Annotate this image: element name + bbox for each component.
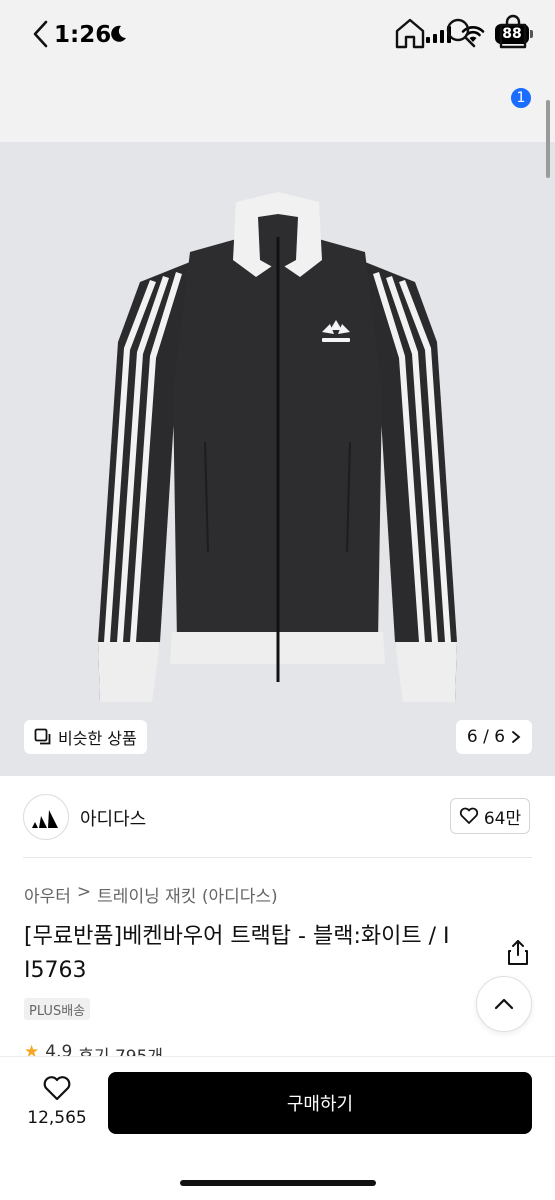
copy-icon: [34, 728, 51, 745]
moon-icon: [111, 25, 126, 42]
breadcrumb-separator: >: [76, 882, 92, 902]
similar-products-button[interactable]: 비슷한 상품: [24, 720, 147, 754]
breadcrumb-subcategory[interactable]: 트레이닝 재킷 (아디다스): [97, 882, 277, 907]
product-title: [무료반품]베켄바우어 트랙탑 - 블랙:화이트 / I I5763: [24, 924, 450, 983]
wishlist-count: 12,565: [27, 1108, 87, 1128]
brand-like-button[interactable]: 64만: [450, 798, 530, 834]
scroll-top-button[interactable]: [476, 976, 532, 1032]
rating-value: 4.9: [45, 1042, 73, 1056]
image-page-counter[interactable]: 6 / 6: [456, 720, 532, 754]
search-icon[interactable]: [445, 16, 477, 50]
track-jacket-image: [98, 192, 457, 702]
scroll-indicator[interactable]: [546, 100, 550, 178]
cart-icon[interactable]: [496, 14, 530, 50]
home-indicator: [180, 1180, 376, 1186]
buy-button[interactable]: 구매하기: [108, 1072, 532, 1134]
cart-count-badge: 1: [509, 86, 533, 110]
shipping-badge: PLUS배송: [24, 998, 91, 1020]
adidas-logo-icon: [32, 810, 58, 828]
nav-bar: [0, 72, 555, 142]
brand-name[interactable]: 아디다스: [80, 805, 146, 831]
breadcrumb: 아우터 > 트레이닝 재킷 (아디다스): [24, 882, 278, 907]
star-icon: ★: [24, 1042, 40, 1056]
wishlist-heart-icon[interactable]: [42, 1074, 72, 1102]
brand-row[interactable]: 아디다스 64만: [0, 776, 555, 858]
heart-icon: [459, 807, 478, 824]
share-icon[interactable]: [506, 938, 530, 966]
breadcrumb-category[interactable]: 아우터: [24, 882, 71, 907]
rating-row[interactable]: ★ 4.9 후기 795개: [24, 1042, 163, 1056]
divider: [23, 857, 532, 858]
similar-products-label: 비슷한 상품: [58, 729, 137, 748]
back-arrow-icon[interactable]: [28, 18, 56, 50]
chevron-right-icon: [512, 731, 521, 743]
status-time: 1:26: [54, 22, 112, 48]
home-icon[interactable]: [393, 16, 427, 50]
brand-like-count: 64만: [483, 808, 522, 829]
product-image[interactable]: [0, 142, 555, 776]
page-counter-label: 6 / 6: [466, 727, 506, 747]
chevron-up-icon: [494, 998, 514, 1010]
brand-logo[interactable]: [23, 794, 69, 840]
review-count: 후기 795개: [78, 1042, 163, 1056]
